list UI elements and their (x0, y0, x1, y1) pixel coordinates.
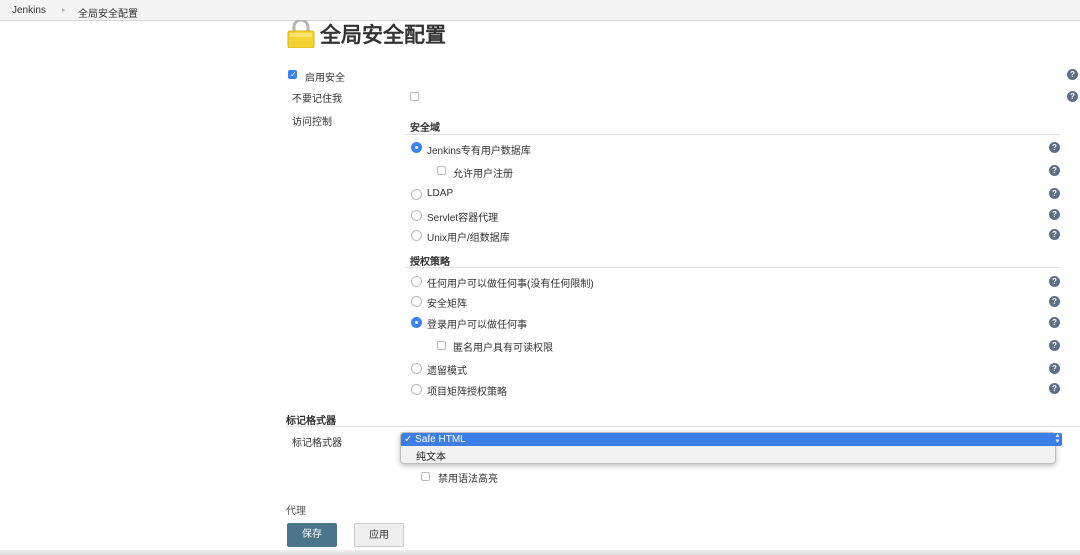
chevron-right-icon: ▸ (62, 7, 66, 14)
remember-me-checkbox[interactable] (410, 92, 419, 101)
help-icon[interactable]: ? (1049, 340, 1060, 351)
realm-jenkins-db-radio[interactable] (411, 142, 422, 153)
bottom-bar (0, 550, 1080, 555)
divider (405, 134, 1060, 135)
realm-jenkins-db-label: Jenkins专有用户数据库 (427, 146, 531, 157)
anon-read-checkbox[interactable] (437, 341, 446, 350)
breadcrumb-bar (0, 0, 1080, 21)
page-title: 全局安全配置 (320, 24, 446, 47)
enable-security-checkbox[interactable] (288, 70, 297, 79)
disable-syntax-label: 禁用语法高亮 (438, 474, 498, 485)
disable-syntax-checkbox[interactable] (421, 472, 430, 481)
anon-read-label: 匿名用户具有可读权限 (453, 343, 553, 354)
help-icon[interactable]: ? (1049, 142, 1060, 153)
auth-logged-in-label: 登录用户可以做任何事 (427, 320, 527, 331)
access-control-label: 访问控制 (292, 117, 332, 128)
dropdown-selected-option[interactable] (401, 433, 1055, 446)
auth-logged-in-radio[interactable] (411, 317, 422, 328)
divider (286, 426, 1080, 427)
auth-matrix-label: 安全矩阵 (427, 299, 467, 310)
auth-project-matrix-radio[interactable] (411, 384, 422, 395)
markup-formatter-label: 标记格式器 (292, 438, 342, 449)
enable-security-label: 启用安全 (305, 73, 345, 84)
help-icon[interactable]: ? (1067, 91, 1078, 102)
help-icon[interactable]: ? (1049, 296, 1060, 307)
realm-ldap-label: LDAP (427, 188, 454, 199)
dropdown-option-safe-html[interactable]: ✓ Safe HTML (404, 434, 466, 445)
help-icon[interactable]: ? (1049, 165, 1060, 176)
help-icon[interactable]: ? (1067, 69, 1078, 80)
help-icon[interactable]: ? (1049, 383, 1060, 394)
auth-matrix-radio[interactable] (411, 296, 422, 307)
help-icon[interactable]: ? (1049, 363, 1060, 374)
realm-ldap-radio[interactable] (411, 189, 422, 200)
help-icon[interactable]: ? (1049, 317, 1060, 328)
auth-project-matrix-label: 项目矩阵授权策略 (427, 387, 507, 398)
help-icon[interactable]: ? (1049, 229, 1060, 240)
dropdown-option-plain-text[interactable]: 纯文本 (416, 448, 446, 463)
markup-section-title: 标记格式器 (286, 416, 336, 427)
breadcrumb-current[interactable]: 全局安全配置 (78, 5, 138, 20)
auth-anyone-label: 任何用户可以做任何事(没有任何限制) (427, 279, 594, 290)
auth-anyone-radio[interactable] (411, 276, 422, 287)
security-realm-heading: 安全域 (410, 123, 440, 134)
breadcrumb-jenkins-link[interactable]: Jenkins (12, 5, 46, 16)
divider (405, 267, 1060, 268)
help-icon[interactable]: ? (1049, 188, 1060, 199)
realm-unix-radio[interactable] (411, 230, 422, 241)
help-icon[interactable]: ? (1049, 276, 1060, 287)
auth-legacy-label: 遗留模式 (427, 366, 467, 377)
proxy-label: 代理 (286, 506, 306, 517)
authorization-heading: 授权策略 (410, 257, 450, 268)
help-icon[interactable]: ? (1049, 209, 1060, 220)
auth-legacy-radio[interactable] (411, 363, 422, 374)
realm-servlet-label: Servlet容器代理 (427, 213, 499, 224)
chevron-updown-icon[interactable]: ▴ ▾ (1053, 432, 1062, 446)
realm-unix-label: Unix用户/组数据库 (427, 233, 510, 244)
remember-me-label: 不要记住我 (292, 94, 342, 105)
save-button[interactable]: 保存 (287, 523, 337, 547)
lock-icon (287, 20, 315, 48)
realm-servlet-radio[interactable] (411, 210, 422, 221)
apply-button[interactable]: 应用 (354, 523, 404, 547)
allow-signup-label: 允许用户注册 (453, 169, 513, 180)
allow-signup-checkbox[interactable] (437, 166, 446, 175)
